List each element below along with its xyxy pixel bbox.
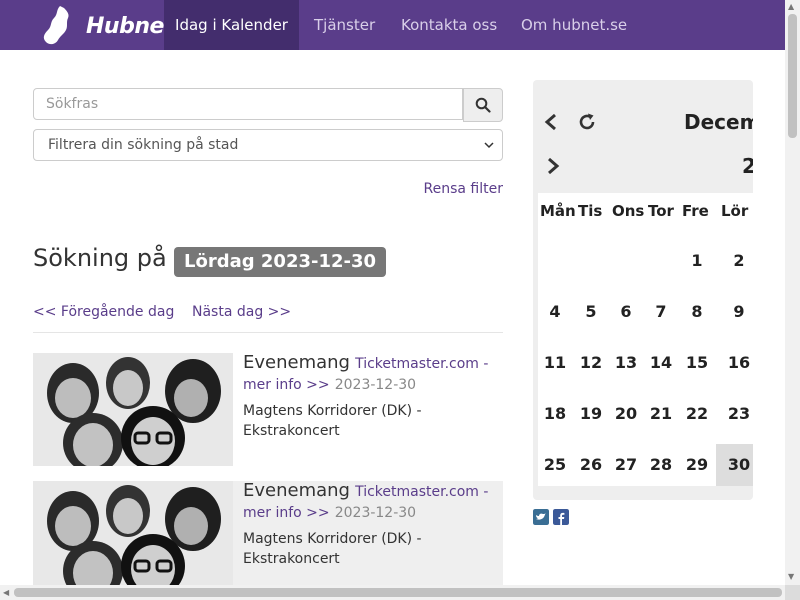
event-title: Evenemang [243,352,350,373]
event-body: Evenemang Ticketmaster.com - mer info >>… [243,353,498,441]
calendar-day[interactable]: 20 [608,393,644,435]
calendar-day[interactable]: 6 [608,291,644,333]
event-image[interactable] [33,353,233,466]
scroll-left-icon[interactable]: ◀ [3,588,9,597]
calendar-day[interactable]: 26 [574,444,608,486]
calendar-day[interactable]: 30 [716,444,753,486]
results-heading: Sökning på [33,244,167,272]
calendar-day[interactable]: 4 [536,291,574,333]
calendar-day[interactable]: 2 [716,240,753,282]
calendar-day[interactable]: 16 [716,342,753,384]
chevron-down-icon [484,142,494,149]
search-icon [475,97,491,113]
vertical-scrollbar[interactable]: ▲ ▼ [785,0,800,585]
event-title: Evenemang [243,480,350,501]
calendar-day[interactable]: 19 [574,393,608,435]
chevron-right-icon[interactable] [545,157,561,175]
calendar-day[interactable]: 13 [608,342,644,384]
calendar-day[interactable]: 7 [644,291,678,333]
event-date: 2023-12-30 [334,377,417,393]
hubnet-logo[interactable]: Hubnet.se [38,4,209,46]
calendar-day[interactable]: 29 [678,444,716,486]
calendar-day[interactable]: 27 [608,444,644,486]
calendar-day[interactable]: 23 [716,393,753,435]
calendar-day[interactable]: 25 [536,444,574,486]
top-navbar: Hubnet.se Idag i Kalender Tjänster Konta… [0,0,785,50]
weekday-header: Tis [578,202,603,220]
twitter-icon[interactable] [533,509,549,525]
weekday-header: Lör [721,202,749,220]
event-description: Magtens Korridorer (DK) - Ekstrakoncert [243,403,422,439]
refresh-icon[interactable] [577,112,597,132]
previous-day-link[interactable]: << Föregående dag [33,304,174,320]
vertical-scroll-thumb[interactable] [788,14,797,138]
calendar-day[interactable]: 21 [644,393,678,435]
calendar-day[interactable]: 15 [678,342,716,384]
calendar-day[interactable]: 11 [536,342,574,384]
scrollbar-corner [785,585,800,600]
weekday-header: Fre [682,202,709,220]
search-input[interactable] [33,88,463,120]
event-item: Evenemang Ticketmaster.com - mer info >>… [33,481,503,585]
nav-om-hubnet[interactable]: Om hubnet.se [521,0,627,50]
calendar-day[interactable]: 14 [644,342,678,384]
calendar-day[interactable]: 22 [678,393,716,435]
divider [33,332,503,333]
search-bar [33,88,503,122]
calendar-day[interactable]: 5 [574,291,608,333]
calendar-day[interactable]: 18 [536,393,574,435]
weekday-header: Tor [648,202,674,220]
clear-filter-link[interactable]: Rensa filter [424,181,503,197]
search-button[interactable] [463,88,503,122]
horizontal-scroll-thumb[interactable] [14,588,782,597]
calendar-month: December [684,110,753,134]
calendar-day[interactable]: 8 [678,291,716,333]
nav-idag-i-kalender[interactable]: Idag i Kalender [164,0,299,50]
city-filter-select[interactable]: Filtrera din sökning på stad [33,129,503,161]
calendar-year: 2023 [742,154,753,178]
weekday-header: Mån [540,202,576,220]
nav-kontakta-oss[interactable]: Kontakta oss [401,0,497,50]
horizontal-scrollbar[interactable]: ◀ [0,585,785,600]
scroll-down-icon[interactable]: ▼ [788,572,794,581]
calendar-widget: December 2023 MånTisOnsTorFreLörSön12345… [533,80,753,500]
calendar-day[interactable]: 12 [574,342,608,384]
calendar-grid-bg [538,193,753,486]
scroll-up-icon[interactable]: ▲ [788,2,794,11]
city-filter-value: Filtrera din sökning på stad [48,137,239,153]
weekday-header: Ons [612,202,645,220]
event-image[interactable] [33,481,233,585]
facebook-icon[interactable] [553,509,569,525]
date-badge: Lördag 2023-12-30 [174,247,387,277]
nav-tjanster[interactable]: Tjänster [314,0,375,50]
event-item: Evenemang Ticketmaster.com - mer info >>… [33,353,503,468]
next-day-link[interactable]: Nästa dag >> [192,304,291,320]
calendar-day[interactable]: 1 [678,240,716,282]
event-date: 2023-12-30 [334,505,417,521]
calendar-day[interactable]: 9 [716,291,753,333]
sweden-map-icon [43,6,69,45]
event-body: Evenemang Ticketmaster.com - mer info >>… [243,481,498,569]
calendar-day[interactable]: 28 [644,444,678,486]
chevron-left-icon[interactable] [543,113,559,131]
event-description: Magtens Korridorer (DK) - Ekstrakoncert [243,531,422,567]
